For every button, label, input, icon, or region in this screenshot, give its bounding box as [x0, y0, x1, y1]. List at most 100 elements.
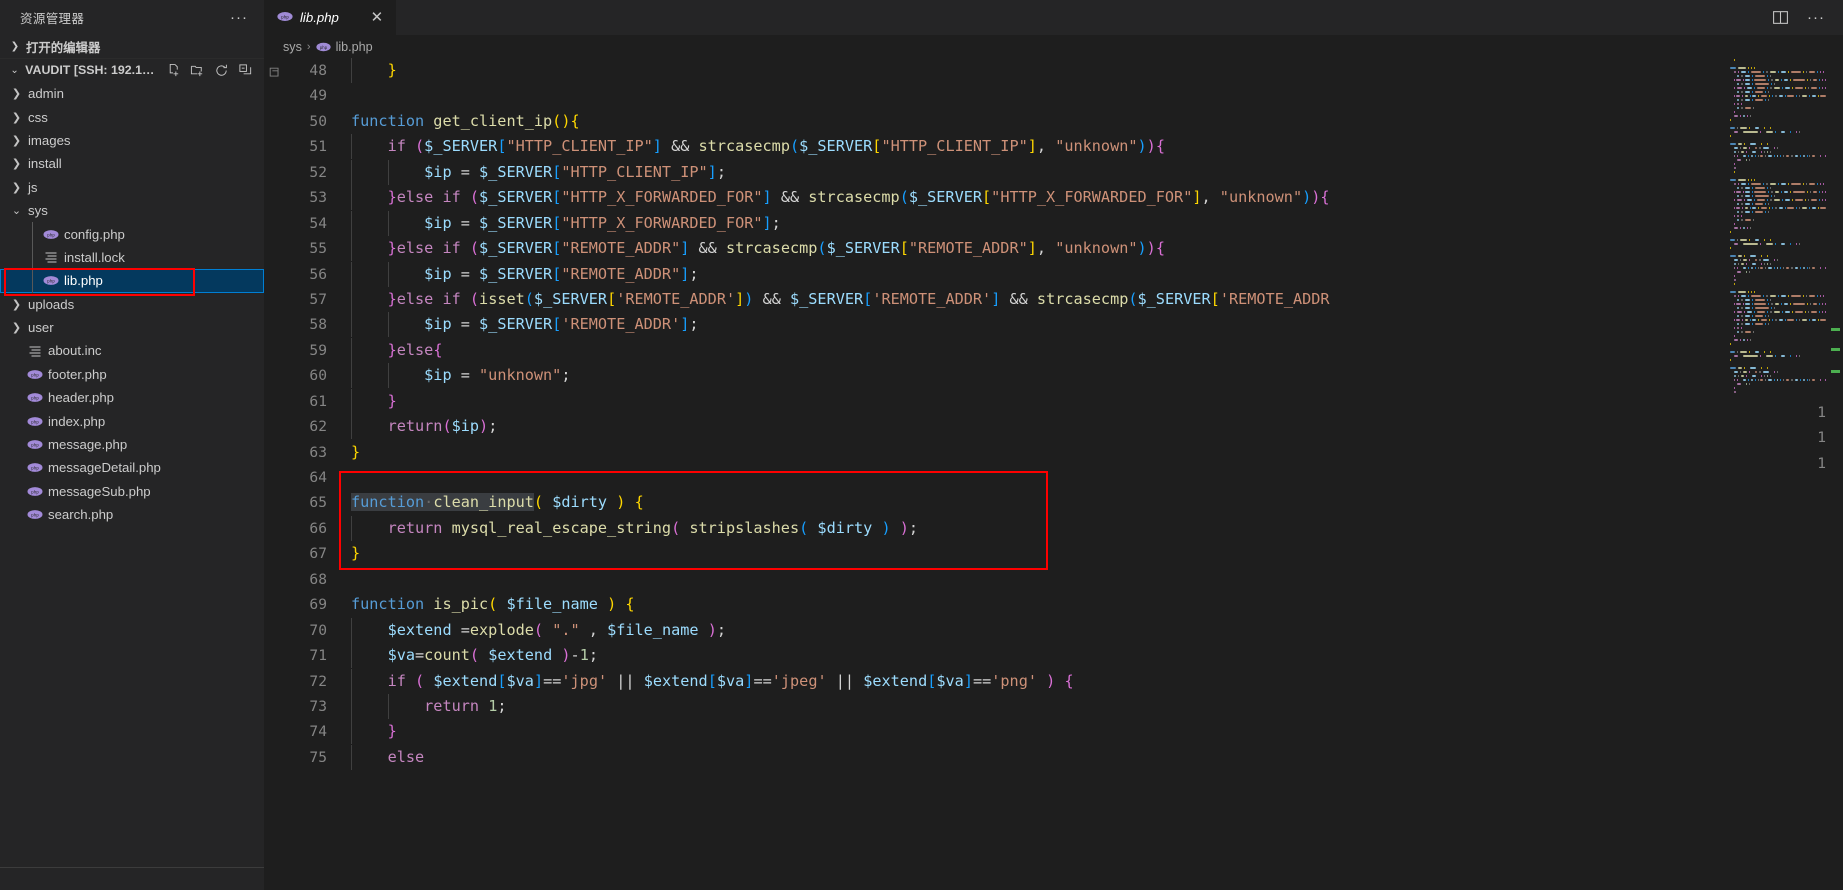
code-line-51[interactable]: 51 if ($_SERVER["HTTP_CLIENT_IP"] && str… [289, 134, 1843, 160]
minimap-segment [1743, 371, 1747, 373]
minimap-segment [1737, 315, 1739, 317]
breadcrumb-item-libphp[interactable]: php lib.php [315, 40, 373, 54]
code-text[interactable]: } [351, 440, 360, 465]
code-text[interactable]: }else if ($_SERVER["REMOTE_ADDR"] && str… [351, 236, 1165, 262]
tree-item-install-lock[interactable]: install.lock [0, 245, 264, 270]
new-folder-icon[interactable] [189, 62, 206, 79]
tab-lib-php[interactable]: php lib.php ✕ [265, 0, 397, 35]
code-text[interactable]: $va=count( $extend )-1; [351, 643, 598, 669]
tree-item-index-php[interactable]: php index.php [0, 409, 264, 432]
code-line-74[interactable]: 74 } [289, 719, 1843, 745]
tree-item-footer-php[interactable]: php footer.php [0, 363, 264, 386]
code-line-58[interactable]: 58 $ip = $_SERVER['REMOTE_ADDR']; [289, 312, 1843, 338]
editor-more-actions-icon[interactable]: ··· [1803, 10, 1829, 25]
code-line-72[interactable]: 72 if ( $extend[$va]=='jpg' || $extend[$… [289, 668, 1843, 694]
code-line-67[interactable]: 67} [289, 541, 1843, 566]
refresh-icon[interactable] [213, 62, 230, 79]
tree-item-search-php[interactable]: php search.php [0, 503, 264, 526]
minimap[interactable] [1728, 58, 1826, 890]
code-text[interactable]: }else if (isset($_SERVER['REMOTE_ADDR'])… [351, 286, 1330, 312]
code-text[interactable]: } [351, 58, 397, 83]
code-line-71[interactable]: 71 $va=count( $extend )-1; [289, 643, 1843, 669]
code-text[interactable]: function·clean_input( $dirty ) { [351, 490, 644, 515]
code-line-54[interactable]: 54 $ip = $_SERVER["HTTP_X_FORWARDED_FOR"… [289, 210, 1843, 236]
tree-item-css[interactable]: ❯ css [0, 105, 264, 128]
code-editor[interactable]: 48 } 49 50 function get_client_ip(){51 if (… [265, 58, 1843, 890]
code-text[interactable]: } [351, 719, 397, 745]
code-text[interactable]: $ip = $_SERVER['REMOTE_ADDR']; [351, 312, 699, 338]
code-line-49[interactable]: 49 [289, 83, 1843, 108]
code-line-57[interactable]: 57 }else if (isset($_SERVER['REMOTE_ADDR… [289, 286, 1843, 312]
code-text[interactable]: $ip = $_SERVER["HTTP_CLIENT_IP"]; [351, 159, 726, 185]
minimap-segment [1734, 151, 1736, 153]
code-text[interactable]: }else{ [351, 337, 442, 363]
code-line-73[interactable]: 73 return 1; [289, 693, 1843, 719]
code-text[interactable]: return mysql_real_escape_string( stripsl… [351, 515, 918, 541]
code-text[interactable]: }else if ($_SERVER["HTTP_X_FORWARDED_FOR… [351, 185, 1330, 211]
collapse-all-icon[interactable] [237, 62, 254, 79]
token: ( [817, 239, 827, 258]
tree-item-images[interactable]: ❯ images [0, 129, 264, 152]
code-line-50[interactable]: 50 function get_client_ip(){ [289, 109, 1843, 134]
minimap-segment [1776, 379, 1779, 381]
code-line-62[interactable]: 62 return($ip); [289, 414, 1843, 440]
code-text[interactable]: if ($_SERVER["HTTP_CLIENT_IP"] && strcas… [351, 134, 1165, 160]
code-line-61[interactable]: 61 } [289, 388, 1843, 414]
code-text[interactable]: else [351, 744, 424, 770]
code-line-48[interactable]: 48 } [289, 58, 1843, 83]
tree-item-message-php[interactable]: php message.php [0, 433, 264, 456]
tree-item-sys[interactable]: ⌄ sys [0, 199, 264, 222]
tree-item-user[interactable]: ❯ user [0, 316, 264, 339]
code-text[interactable]: } [351, 388, 397, 414]
token: ] [1027, 137, 1037, 156]
code-text[interactable]: function get_client_ip(){ [351, 109, 580, 134]
tree-item-uploads[interactable]: ❯ uploads [0, 293, 264, 316]
more-actions-icon[interactable]: ··· [226, 10, 252, 25]
close-icon[interactable]: ✕ [368, 9, 386, 27]
tree-item-config-php[interactable]: php config.php [0, 222, 264, 246]
code-line-66[interactable]: 66 return mysql_real_escape_string( stri… [289, 515, 1843, 541]
code-line-56[interactable]: 56 $ip = $_SERVER["REMOTE_ADDR"]; [289, 261, 1843, 287]
code-line-70[interactable]: 70 $extend =explode( "." , $file_name ); [289, 617, 1843, 643]
code-text[interactable]: $ip = $_SERVER["REMOTE_ADDR"]; [351, 261, 699, 287]
minimap-segment [1747, 311, 1752, 313]
code-text[interactable]: $extend =explode( "." , $file_name ); [351, 617, 726, 643]
code-line-53[interactable]: 53 }else if ($_SERVER["HTTP_X_FORWARDED_… [289, 185, 1843, 211]
vertical-scrollbar[interactable] [1826, 58, 1843, 890]
tree-item-about-inc[interactable]: about.inc [0, 339, 264, 362]
code-line-65[interactable]: 65 function·clean_input( $dirty ) { [289, 490, 1843, 515]
section-workspace-root[interactable]: ⌄ VAUDIT [SSH: 192.168.... [0, 58, 264, 81]
section-open-editors[interactable]: ❯ 打开的编辑器 [0, 35, 264, 58]
code-lines[interactable]: 48 } 49 50 function get_client_ip(){51 if (… [289, 58, 1843, 890]
code-line-59[interactable]: 59 }else{ [289, 337, 1843, 363]
code-line-64[interactable]: 64 [289, 465, 1843, 490]
code-line-68[interactable]: 68 [289, 567, 1843, 592]
tree-item-js[interactable]: ❯ js [0, 176, 264, 199]
code-text[interactable]: } [351, 541, 360, 566]
code-line-60[interactable]: 60 $ip = "unknown"; [289, 363, 1843, 389]
tree-item-messagesub-php[interactable]: php messageSub.php [0, 480, 264, 503]
code-text[interactable]: return 1; [351, 693, 507, 719]
code-line-55[interactable]: 55 }else if ($_SERVER["REMOTE_ADDR"] && … [289, 236, 1843, 262]
new-file-icon[interactable] [165, 62, 182, 79]
tree-item-install[interactable]: ❯ install [0, 152, 264, 175]
code-line-52[interactable]: 52 $ip = $_SERVER["HTTP_CLIENT_IP"]; [289, 159, 1843, 185]
minimap-segment [1770, 299, 1771, 301]
split-editor-small-icon[interactable] [268, 66, 282, 85]
tree-item-header-php[interactable]: php header.php [0, 386, 264, 409]
tree-item-messagedetail-php[interactable]: php messageDetail.php [0, 456, 264, 479]
tree-item-admin[interactable]: ❯ admin [0, 82, 264, 105]
code-line-69[interactable]: 69 function is_pic( $file_name ) { [289, 592, 1843, 617]
code-line-63[interactable]: 63} [289, 440, 1843, 465]
code-text[interactable]: $ip = "unknown"; [351, 363, 570, 389]
code-line-75[interactable]: 75 else [289, 744, 1843, 770]
code-text[interactable]: $ip = $_SERVER["HTTP_X_FORWARDED_FOR"]; [351, 210, 781, 236]
breadcrumb-item-sys[interactable]: sys [283, 40, 302, 54]
code-text[interactable]: if ( $extend[$va]=='jpg' || $extend[$va]… [351, 668, 1074, 694]
minimap-segment [1791, 295, 1801, 297]
code-text[interactable]: return($ip); [351, 414, 497, 440]
tree-item-lib-php[interactable]: php lib.php [0, 269, 264, 293]
code-text[interactable]: function is_pic( $file_name ) { [351, 592, 635, 617]
minimap-segment [1749, 383, 1750, 385]
split-editor-icon[interactable] [1772, 9, 1789, 26]
